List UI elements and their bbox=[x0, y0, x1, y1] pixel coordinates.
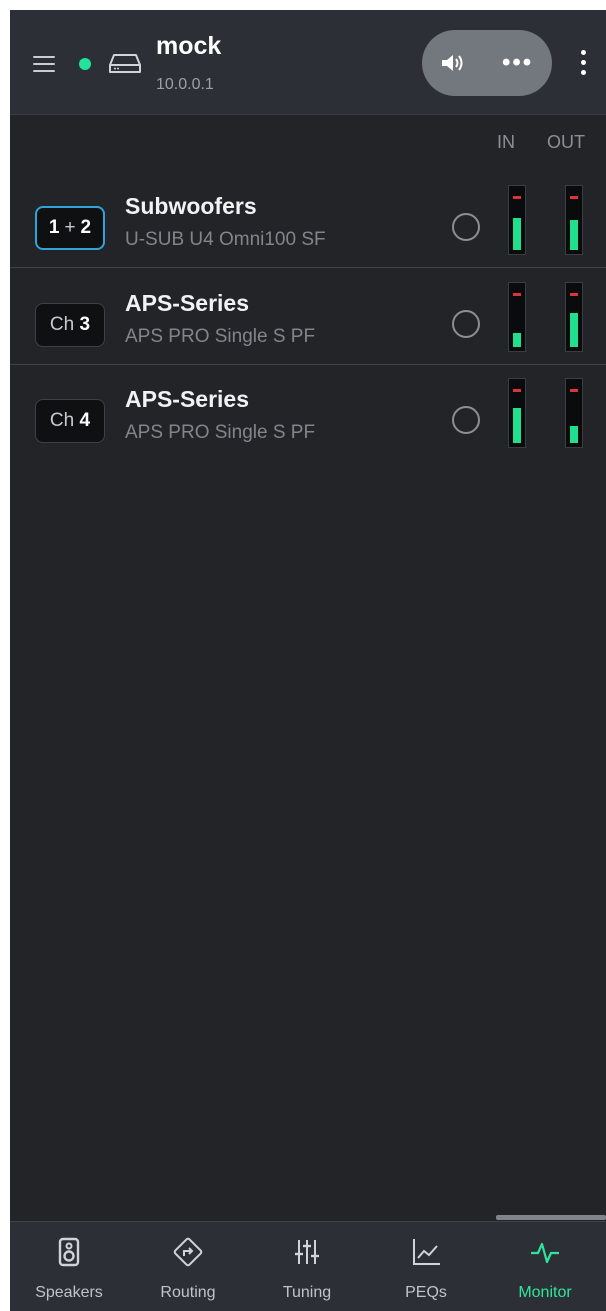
level-fill bbox=[513, 218, 521, 250]
clip-indicator bbox=[513, 389, 521, 392]
channel-subtitle: U-SUB U4 Omni100 SF bbox=[125, 229, 326, 250]
app-header: mock 10.0.0.1 ••• bbox=[10, 10, 606, 115]
tab-label: PEQs bbox=[405, 1284, 447, 1301]
tab-label: Routing bbox=[160, 1284, 216, 1301]
channel-title: Subwoofers bbox=[125, 193, 257, 219]
pulse-icon bbox=[531, 1242, 559, 1264]
clip-indicator bbox=[570, 389, 578, 392]
channel-row[interactable]: 1 +2 Subwoofers U-SUB U4 Omni100 SF bbox=[10, 171, 606, 268]
menu-icon[interactable] bbox=[33, 56, 55, 72]
out-level-meter bbox=[565, 282, 583, 352]
status-dot bbox=[79, 58, 91, 70]
kebab-menu-icon[interactable] bbox=[581, 50, 587, 78]
channel-title: APS-Series bbox=[125, 386, 250, 412]
volume-icon[interactable] bbox=[440, 52, 466, 74]
in-level-meter bbox=[508, 185, 526, 255]
tab-speakers[interactable]: Speakers bbox=[10, 1222, 128, 1311]
action-pill: ••• bbox=[422, 30, 552, 96]
in-level-meter bbox=[508, 378, 526, 448]
device-ip: 10.0.0.1 bbox=[156, 76, 214, 93]
select-radio[interactable] bbox=[452, 406, 480, 434]
out-level-meter bbox=[565, 185, 583, 255]
level-fill bbox=[513, 333, 521, 347]
tab-tuning[interactable]: Tuning bbox=[248, 1222, 366, 1311]
select-radio[interactable] bbox=[452, 310, 480, 338]
tab-label: Tuning bbox=[282, 1284, 332, 1301]
level-fill bbox=[513, 408, 521, 443]
clip-indicator bbox=[513, 293, 521, 296]
channel-subtitle: APS PRO Single S PF bbox=[125, 326, 316, 347]
level-fill bbox=[570, 313, 578, 347]
clip-indicator bbox=[513, 196, 521, 199]
channel-badge[interactable]: 1 +2 bbox=[35, 206, 105, 250]
out-level-meter bbox=[565, 378, 583, 448]
chart-icon bbox=[413, 1239, 440, 1265]
tab-routing[interactable]: Routing bbox=[129, 1222, 247, 1311]
tab-peqs[interactable]: PEQs bbox=[367, 1222, 485, 1311]
channel-row[interactable]: Ch 4 APS-Series APS PRO Single S PF bbox=[10, 364, 606, 460]
channel-badge[interactable]: Ch 3 bbox=[35, 303, 105, 347]
device-icon bbox=[109, 54, 141, 73]
device-name: mock bbox=[156, 32, 222, 60]
channel-title: APS-Series bbox=[125, 290, 250, 316]
select-radio[interactable] bbox=[452, 213, 480, 241]
in-column-header: IN bbox=[497, 132, 515, 152]
tab-monitor[interactable]: Monitor bbox=[486, 1222, 604, 1311]
speaker-icon bbox=[58, 1237, 80, 1267]
more-options-icon[interactable]: ••• bbox=[502, 51, 533, 75]
clip-indicator bbox=[570, 196, 578, 199]
level-fill bbox=[570, 426, 578, 443]
sliders-icon bbox=[295, 1240, 319, 1264]
channel-subtitle: APS PRO Single S PF bbox=[125, 422, 316, 443]
in-level-meter bbox=[508, 282, 526, 352]
clip-indicator bbox=[570, 293, 578, 296]
scrollbar[interactable] bbox=[496, 1215, 606, 1220]
tab-label: Speakers bbox=[35, 1284, 103, 1301]
level-fill bbox=[570, 220, 578, 250]
channel-row[interactable]: Ch 3 APS-Series APS PRO Single S PF bbox=[10, 268, 606, 365]
app-frame: mock 10.0.0.1 ••• IN OUT 1 +2 Subwoofers … bbox=[10, 10, 606, 1311]
bottom-tab-bar: Speakers Routing Tuning PEQs Monitor bbox=[10, 1221, 606, 1311]
channel-badge[interactable]: Ch 4 bbox=[35, 399, 105, 443]
out-column-header: OUT bbox=[547, 132, 585, 152]
tab-label: Monitor bbox=[518, 1284, 572, 1301]
routing-icon bbox=[173, 1237, 203, 1267]
